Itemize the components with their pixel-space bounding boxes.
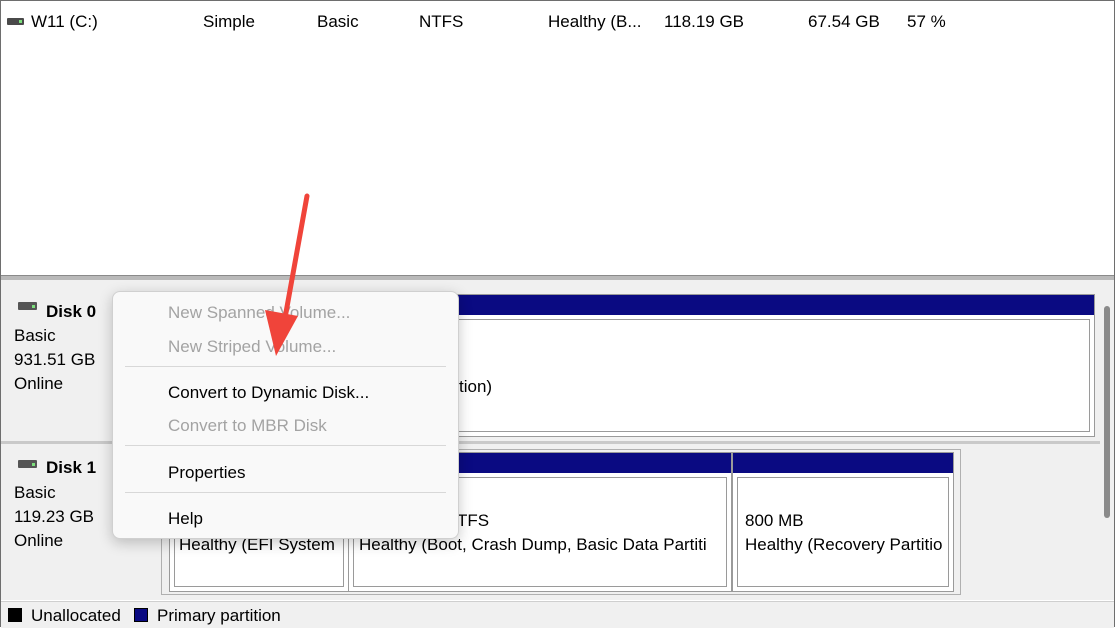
partition-file-system: TFS [457, 511, 490, 530]
legend-bar: Unallocated Primary partition [1, 601, 1114, 628]
disk-1-partition-recovery[interactable]: 800 MB Healthy (Recovery Partitio [732, 452, 954, 592]
menu-item-new-striped-volume[interactable]: New Striped Volume... [168, 336, 336, 358]
disk-type: Basic [14, 326, 56, 345]
partition-size: 800 MB [745, 511, 804, 530]
disk-type: Basic [14, 483, 56, 502]
disk-context-menu: New Spanned Volume... New Striped Volume… [112, 291, 459, 539]
disk-state: Online [14, 374, 64, 393]
scrollbar-thumb[interactable] [1104, 306, 1110, 518]
disk-state: Online [14, 531, 64, 550]
disk-title: Disk 1 [46, 458, 97, 477]
volume-file-system: NTFS [419, 12, 464, 31]
volume-free-space: 67.54 GB [808, 12, 880, 31]
partition-status: tion) [459, 377, 493, 396]
legend-primary-label: Primary partition [157, 606, 281, 625]
volume-status: Healthy (B... [548, 12, 642, 31]
primary-partition-swatch [134, 608, 148, 622]
menu-item-convert-to-mbr-disk[interactable]: Convert to MBR Disk [168, 415, 327, 437]
menu-separator [125, 492, 446, 493]
disk-size: 931.51 GB [14, 350, 96, 369]
menu-separator [125, 366, 446, 367]
menu-item-convert-to-dynamic-disk[interactable]: Convert to Dynamic Disk... [168, 382, 369, 404]
disk-size: 119.23 GB [14, 507, 95, 526]
unallocated-swatch [8, 608, 22, 622]
partition-status: Healthy (Recovery Partitio [745, 535, 943, 554]
legend-unallocated-label: Unallocated [31, 606, 121, 625]
menu-separator [125, 445, 446, 446]
disk-icon [18, 460, 37, 468]
partition-bar [733, 453, 953, 473]
volume-drive-icon [7, 18, 24, 25]
volume-capacity: 118.19 GB [664, 12, 745, 31]
volume-percent-free: 57 % [907, 12, 946, 31]
disk-icon [18, 302, 37, 310]
disk-view-scrollbar[interactable] [1100, 280, 1114, 600]
menu-item-help[interactable]: Help [168, 508, 203, 530]
menu-item-properties[interactable]: Properties [168, 462, 245, 484]
volume-list[interactable]: W11 (C:) Simple Basic NTFS Healthy (B...… [1, 1, 1114, 275]
menu-item-new-spanned-volume[interactable]: New Spanned Volume... [168, 302, 350, 324]
disk-title: Disk 0 [46, 302, 97, 321]
volume-layout: Simple [203, 12, 255, 31]
volume-row[interactable]: W11 (C:) Simple Basic NTFS Healthy (B...… [1, 11, 1114, 37]
volume-type: Basic [317, 12, 359, 31]
volume-name: W11 (C:) [31, 12, 98, 31]
partition-body: 800 MB Healthy (Recovery Partitio [737, 477, 949, 587]
